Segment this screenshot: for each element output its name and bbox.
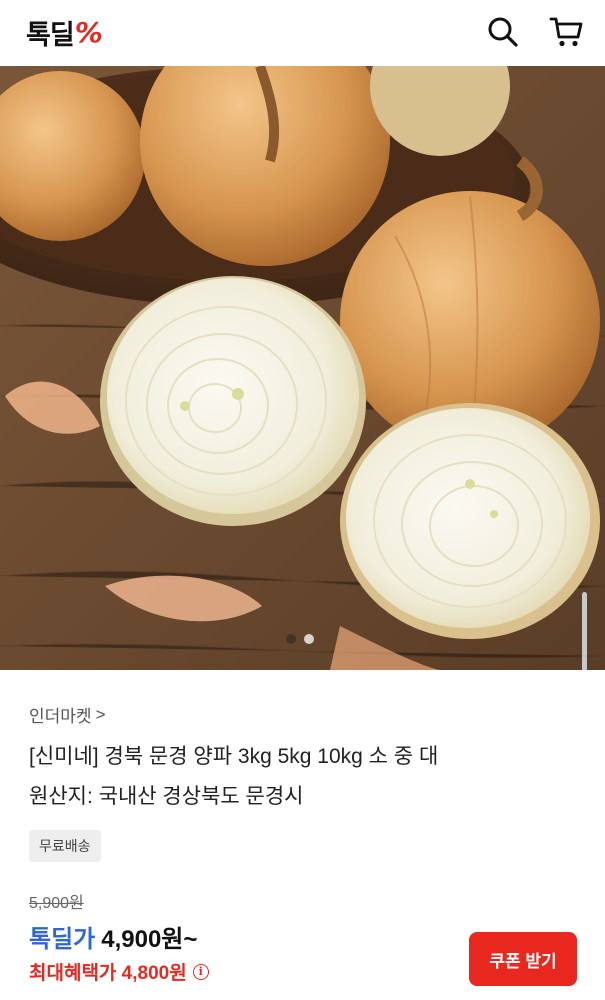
carousel-dot[interactable]: [286, 634, 296, 644]
product-info: 인더마켓 > [신미네] 경북 문경 양파 3kg 5kg 10kg 소 중 대…: [0, 670, 605, 1000]
carousel-indicator: [286, 634, 314, 644]
info-icon[interactable]: i: [192, 963, 209, 980]
get-coupon-button[interactable]: 쿠폰 받기: [469, 932, 577, 986]
max-benefit-row[interactable]: 최대혜택가 4,800원 i: [29, 958, 209, 985]
product-image-carousel[interactable]: [0, 66, 605, 670]
search-icon: [488, 17, 518, 47]
seller-link[interactable]: 인더마켓 >: [29, 702, 106, 727]
product-origin: 원산지: 국내산 경상북도 문경시: [29, 785, 304, 808]
product-title: [신미네] 경북 문경 양파 3kg 5kg 10kg 소 중 대: [29, 745, 439, 768]
deal-label: 톡딜가: [29, 926, 96, 953]
cart-button[interactable]: [548, 13, 586, 51]
chevron-right-icon: >: [95, 704, 106, 724]
deal-price: 4,900원~: [101, 926, 198, 953]
seller-name: 인더마켓: [29, 707, 92, 726]
talkdeal-logo[interactable]: 톡딜 %: [26, 14, 103, 51]
logo-text: 톡딜: [26, 19, 75, 51]
deal-price-row: 톡딜가 4,900원~: [29, 919, 197, 954]
max-benefit-price: 최대혜택가 4,800원: [29, 963, 187, 984]
app-header: 톡딜 %: [0, 0, 605, 66]
search-button[interactable]: [484, 13, 522, 51]
carousel-dot-active[interactable]: [304, 634, 314, 644]
product-photo-onions: [0, 66, 605, 670]
free-shipping-badge: 무료배송: [29, 830, 101, 862]
cart-icon: [549, 17, 583, 47]
original-price: 5,900원: [29, 895, 84, 912]
logo-percent-mark: %: [74, 15, 103, 49]
